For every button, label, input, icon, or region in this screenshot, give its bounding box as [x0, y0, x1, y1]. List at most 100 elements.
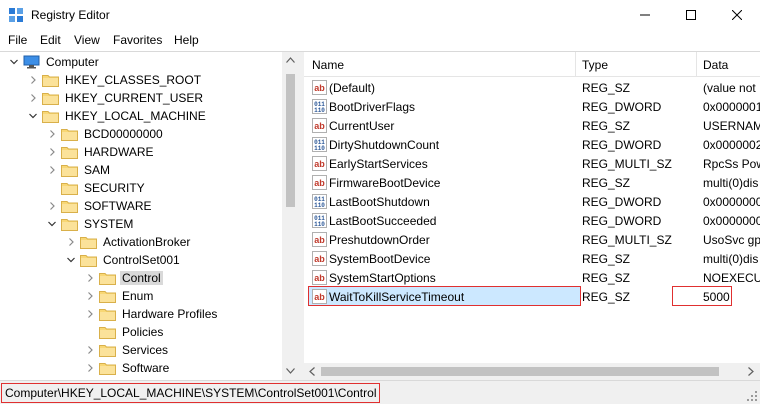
- tree-scroll-thumb[interactable]: [286, 74, 295, 207]
- string-value-icon: ab: [312, 175, 327, 190]
- tree-node-policies[interactable]: Policies: [84, 323, 165, 341]
- scroll-up-icon[interactable]: [286, 57, 295, 63]
- tree-connector: [46, 182, 58, 194]
- tree-node-software[interactable]: SOFTWARE: [46, 197, 154, 215]
- tree-node-hkey-classes-root[interactable]: HKEY_CLASSES_ROOT: [27, 71, 203, 89]
- tree-vertical-scrollbar[interactable]: [282, 52, 299, 380]
- column-name[interactable]: Name: [312, 58, 344, 72]
- collapsed-chevron-icon[interactable]: [65, 236, 77, 248]
- minimize-icon: [640, 14, 650, 16]
- tree-node-hkey-local-machine[interactable]: HKEY_LOCAL_MACHINE: [27, 107, 208, 125]
- collapsed-chevron-icon[interactable]: [84, 362, 96, 374]
- value-type: REG_DWORD: [582, 100, 662, 114]
- string-value-icon: ab: [312, 156, 327, 171]
- value-data: (value not: [703, 81, 756, 95]
- value-row-lastbootshutdown[interactable]: 011 110 LastBootShutdown REG_DWORD 0x0000000…: [304, 192, 760, 211]
- value-row-earlystartservices[interactable]: ab EarlyStartServices REG_MULTI_SZ RpcSs Po…: [304, 154, 760, 173]
- value-row-dirtyshutdowncount[interactable]: 011 110 DirtyShutdownCount REG_DWORD 0x00000…: [304, 135, 760, 154]
- menu-favorites[interactable]: Favorites: [113, 33, 162, 47]
- tree-node-software[interactable]: Software: [84, 359, 171, 377]
- tree-node-hkey-current-user[interactable]: HKEY_CURRENT_USER: [27, 89, 205, 107]
- scroll-down-icon[interactable]: [286, 368, 295, 374]
- tree-node-label: Control: [120, 271, 163, 285]
- expanded-chevron-icon[interactable]: [8, 56, 20, 68]
- tree-node-hardware-profiles[interactable]: Hardware Profiles: [84, 305, 219, 323]
- value-row-systemstartoptions[interactable]: ab SystemStartOptions REG_SZ NOEXECU: [304, 268, 760, 287]
- value-row-bootdriverflags[interactable]: 011110BootDriverFlags REG_DWORD 0x0000001c: [304, 97, 760, 116]
- tree-node-label: SYSTEM: [84, 217, 134, 231]
- expanded-chevron-icon[interactable]: [65, 254, 77, 266]
- list-horizontal-scrollbar[interactable]: [304, 363, 760, 380]
- tree-node-services[interactable]: Services: [84, 341, 170, 359]
- folder-icon: [99, 271, 116, 285]
- value-data: multi(0)dis: [703, 176, 759, 190]
- value-data: NOEXECU: [703, 271, 760, 285]
- tree-node-enum[interactable]: Enum: [84, 287, 155, 305]
- collapsed-chevron-icon[interactable]: [84, 308, 96, 320]
- expanded-chevron-icon[interactable]: [46, 218, 58, 230]
- minimize-button[interactable]: [622, 0, 668, 30]
- tree-node-label: HKEY_LOCAL_MACHINE: [65, 109, 206, 123]
- folder-icon: [99, 361, 116, 375]
- tree-node-label: HKEY_CLASSES_ROOT: [65, 73, 202, 87]
- tree-node-activationbroker[interactable]: ActivationBroker: [65, 233, 192, 251]
- menu-view[interactable]: View: [74, 33, 100, 47]
- key-tree[interactable]: Computer HKEY_CLASSES_ROOT HKEY_CURRENT_US…: [0, 52, 299, 380]
- collapsed-chevron-icon[interactable]: [84, 272, 96, 284]
- close-button[interactable]: [714, 0, 760, 30]
- tree-node-hardware[interactable]: HARDWARE: [46, 143, 156, 161]
- column-separator[interactable]: [575, 52, 576, 77]
- value-row-lastbootsucceeded[interactable]: 011 110 LastBootSucceeded REG_DWORD 0x000000…: [304, 211, 760, 230]
- column-data[interactable]: Data: [703, 58, 728, 72]
- value-row-currentuser[interactable]: ab CurrentUser REG_SZ USERNAM: [304, 116, 760, 135]
- expanded-chevron-icon[interactable]: [27, 110, 39, 122]
- svg-text:ab: ab: [314, 273, 325, 283]
- string-value-icon: ab: [312, 118, 327, 133]
- tree-node-control[interactable]: Control: [84, 269, 163, 287]
- scroll-left-icon[interactable]: [309, 367, 315, 376]
- column-type[interactable]: Type: [582, 58, 608, 72]
- tree-node-sam[interactable]: SAM: [46, 161, 112, 179]
- value-data: 0x00000000: [703, 195, 760, 209]
- collapsed-chevron-icon[interactable]: [46, 128, 58, 140]
- svg-text:ab: ab: [314, 83, 325, 93]
- value-name: SystemBootDevice: [329, 252, 431, 266]
- collapsed-chevron-icon[interactable]: [46, 200, 58, 212]
- menu-file[interactable]: File: [8, 33, 27, 47]
- value-row-default[interactable]: ab (Default) REG_SZ (value not: [304, 78, 760, 97]
- tree-node-controlset001[interactable]: ControlSet001: [65, 251, 182, 269]
- collapsed-chevron-icon[interactable]: [46, 164, 58, 176]
- tree-node-bcd00000000[interactable]: BCD00000000: [46, 125, 165, 143]
- scroll-right-icon[interactable]: [748, 367, 754, 376]
- collapsed-chevron-icon[interactable]: [84, 290, 96, 302]
- collapsed-chevron-icon[interactable]: [46, 146, 58, 158]
- resize-grip-icon[interactable]: [746, 390, 758, 402]
- collapsed-chevron-icon[interactable]: [84, 344, 96, 356]
- column-separator[interactable]: [696, 52, 697, 77]
- value-name: SystemStartOptions: [329, 271, 436, 285]
- tree-node-computer[interactable]: Computer: [8, 53, 101, 71]
- folder-icon: [61, 163, 78, 177]
- binary-value-icon: 011110: [312, 194, 327, 209]
- value-row-firmwarebootdevice[interactable]: ab FirmwareBootDevice REG_SZ multi(0)dis: [304, 173, 760, 192]
- tree-node-label: Computer: [46, 55, 99, 69]
- values-list[interactable]: Name Type Data ab (Default) REG_SZ (value n…: [304, 52, 760, 380]
- value-type: REG_SZ: [582, 81, 631, 95]
- value-row-preshutdownorder[interactable]: ab PreshutdownOrder REG_MULTI_SZ UsoSvc gp: [304, 230, 760, 249]
- menu-help[interactable]: Help: [174, 33, 199, 47]
- value-data: 0x0000002: [703, 138, 760, 152]
- tree-node-security[interactable]: SECURITY: [46, 179, 147, 197]
- tree-node-label: BCD00000000: [84, 127, 163, 141]
- tree-node-system[interactable]: SYSTEM: [46, 215, 135, 233]
- collapsed-chevron-icon[interactable]: [27, 74, 39, 86]
- value-row-waittokillservicetimeout[interactable]: ab WaitToKillServiceTimeout REG_SZ 5000: [304, 286, 760, 306]
- value-name: CurrentUser: [329, 119, 395, 133]
- list-scroll-thumb[interactable]: [321, 367, 719, 376]
- collapsed-chevron-icon[interactable]: [27, 92, 39, 104]
- value-name: PreshutdownOrder: [329, 233, 430, 247]
- maximize-button[interactable]: [668, 0, 714, 30]
- menu-edit[interactable]: Edit: [40, 33, 61, 47]
- value-row-systembootdevice[interactable]: ab SystemBootDevice REG_SZ multi(0)dis: [304, 249, 760, 268]
- computer-icon: [23, 55, 40, 69]
- folder-icon: [61, 181, 78, 195]
